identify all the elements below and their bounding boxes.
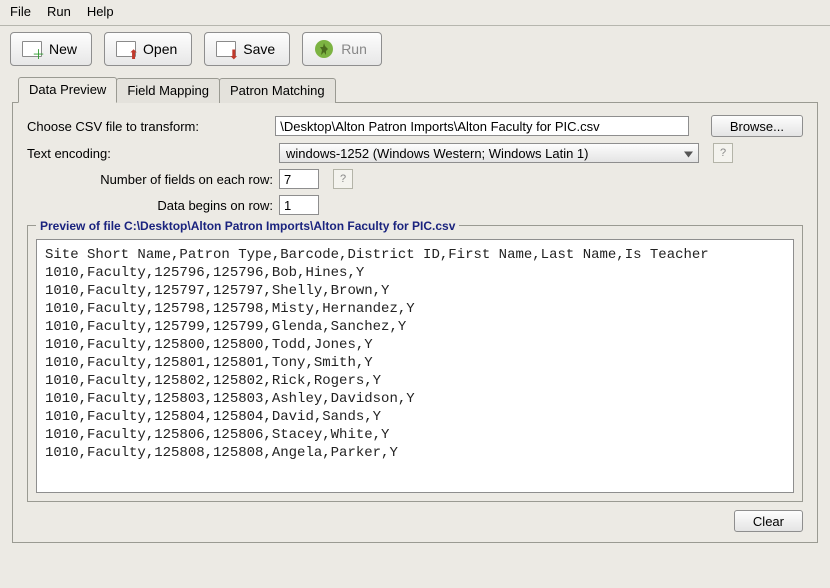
run-button-label: Run <box>341 41 367 57</box>
tabstrip: Data Preview Field Mapping Patron Matchi… <box>18 76 818 102</box>
content-area: Data Preview Field Mapping Patron Matchi… <box>0 76 830 553</box>
tab-field-mapping[interactable]: Field Mapping <box>116 78 220 103</box>
fields-per-row-help-icon[interactable]: ? <box>333 169 353 189</box>
data-preview-panel: Choose CSV file to transform: Browse... … <box>12 102 818 543</box>
preview-text-area[interactable]: Site Short Name,Patron Type,Barcode,Dist… <box>36 239 794 493</box>
encoding-select[interactable]: windows-1252 (Windows Western; Windows L… <box>279 143 699 163</box>
tab-patron-matching[interactable]: Patron Matching <box>219 78 336 103</box>
encoding-help-icon[interactable]: ? <box>713 143 733 163</box>
run-icon <box>313 39 335 59</box>
tab-field-mapping-label: Field Mapping <box>127 83 209 98</box>
csv-file-input[interactable] <box>275 116 689 136</box>
tab-patron-matching-label: Patron Matching <box>230 83 325 98</box>
run-button[interactable]: Run <box>302 32 382 66</box>
open-icon: ⬆ <box>115 39 137 59</box>
menu-help[interactable]: Help <box>87 4 114 19</box>
encoding-label: Text encoding: <box>27 146 279 161</box>
preview-legend: Preview of file C:\Desktop\Alton Patron … <box>36 219 459 233</box>
open-button[interactable]: ⬆ Open <box>104 32 192 66</box>
new-button-label: New <box>49 41 77 57</box>
save-button[interactable]: ⬇ Save <box>204 32 290 66</box>
data-begins-row-input[interactable] <box>279 195 319 215</box>
tab-data-preview-label: Data Preview <box>29 82 106 97</box>
fields-per-row-label: Number of fields on each row: <box>27 172 279 187</box>
browse-button[interactable]: Browse... <box>711 115 803 137</box>
toolbar: ＋ New ⬆ Open ⬇ Save Run <box>0 26 830 76</box>
open-button-label: Open <box>143 41 177 57</box>
new-icon: ＋ <box>21 39 43 59</box>
menu-run[interactable]: Run <box>47 4 71 19</box>
tab-data-preview[interactable]: Data Preview <box>18 77 117 103</box>
save-button-label: Save <box>243 41 275 57</box>
preview-fieldset: Preview of file C:\Desktop\Alton Patron … <box>27 225 803 502</box>
menu-file[interactable]: File <box>10 4 31 19</box>
new-button[interactable]: ＋ New <box>10 32 92 66</box>
save-icon: ⬇ <box>215 39 237 59</box>
menubar: File Run Help <box>0 0 830 25</box>
clear-button[interactable]: Clear <box>734 510 803 532</box>
encoding-select-value: windows-1252 (Windows Western; Windows L… <box>286 146 589 161</box>
csv-file-label: Choose CSV file to transform: <box>27 119 275 134</box>
data-begins-row-label: Data begins on row: <box>27 198 279 213</box>
fields-per-row-input[interactable] <box>279 169 319 189</box>
